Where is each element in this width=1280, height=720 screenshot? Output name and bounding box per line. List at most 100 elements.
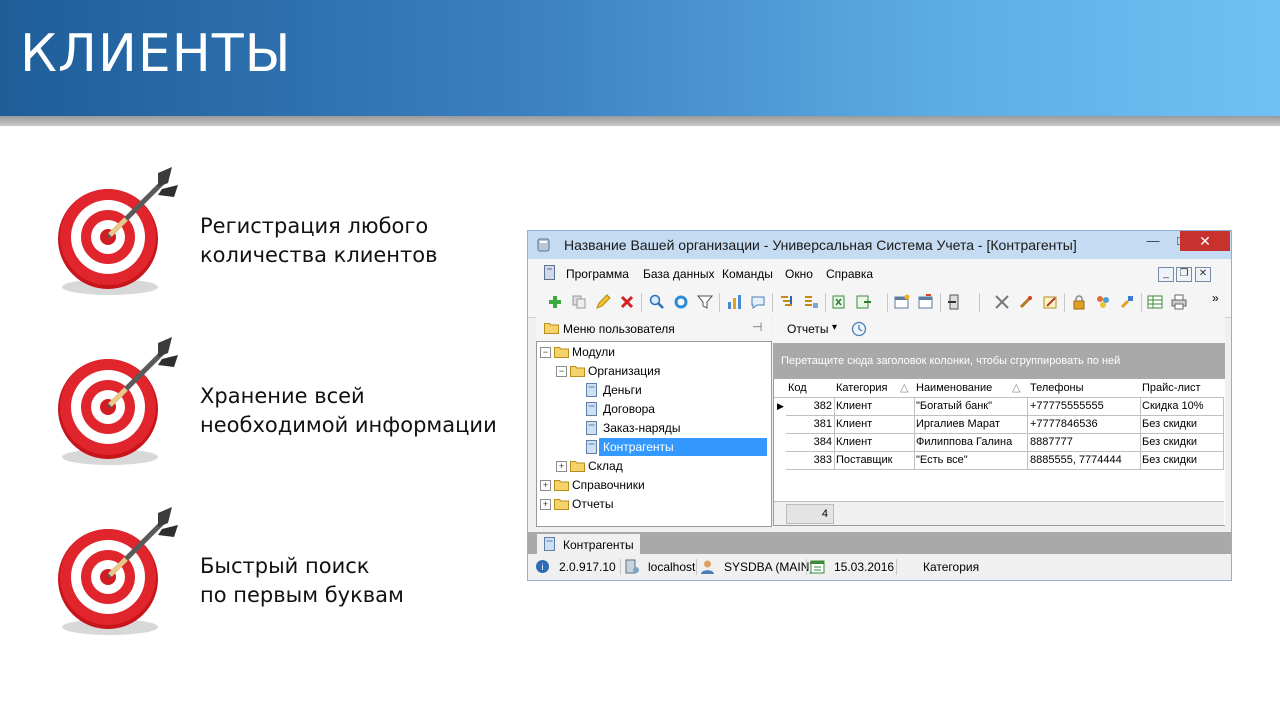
mdi-restore-button[interactable]: ❐ xyxy=(1176,267,1192,282)
tab-counterparties[interactable]: Контрагенты xyxy=(537,534,640,554)
calendar-icon xyxy=(810,560,825,574)
users-icon[interactable] xyxy=(1095,294,1111,310)
comment-icon[interactable] xyxy=(750,294,766,310)
grid-line xyxy=(1027,397,1028,469)
toolbar-overflow-icon[interactable]: » xyxy=(1212,291,1219,305)
folder-open-icon xyxy=(570,366,585,377)
window-title: Название Вашей организации - Универсальн… xyxy=(564,237,1077,253)
tree-item-modules[interactable]: − Модули xyxy=(537,343,769,361)
pin-icon[interactable]: ⊣ xyxy=(752,320,762,334)
tools-icon[interactable] xyxy=(994,294,1010,310)
window-open-icon[interactable] xyxy=(918,294,934,310)
close-button[interactable]: ✕ xyxy=(1180,231,1230,251)
tree-item-money[interactable]: Деньги xyxy=(537,381,769,399)
cell-category: Клиент xyxy=(836,436,873,448)
collapse-icon[interactable]: − xyxy=(540,347,551,358)
tree-item-counterparties[interactable]: Контрагенты xyxy=(537,438,769,456)
bullet-item-storage: Хранение всей необходимой информации xyxy=(50,335,520,475)
import-icon[interactable] xyxy=(856,294,872,310)
tree-item-reports[interactable]: + Отчеты xyxy=(537,495,769,513)
bullet-line-2: по первым буквам xyxy=(200,583,404,607)
bullet-line-1: Регистрация любого xyxy=(200,214,429,238)
toolbar-separator xyxy=(940,293,941,312)
chevron-down-icon[interactable]: ▾ xyxy=(832,322,837,333)
app-icon xyxy=(537,238,550,252)
status-separator xyxy=(896,559,897,575)
tree-item-label: Модули xyxy=(572,345,615,359)
clock-icon[interactable] xyxy=(851,321,867,337)
expand-icon[interactable]: + xyxy=(556,461,567,472)
folder-icon xyxy=(554,480,569,491)
filter-icon[interactable] xyxy=(697,294,713,310)
header-divider xyxy=(0,116,1280,126)
add-icon[interactable] xyxy=(547,294,563,310)
print-icon[interactable] xyxy=(1171,294,1187,310)
lock-icon[interactable] xyxy=(1071,294,1087,310)
tree-item-directories[interactable]: + Справочники xyxy=(537,476,769,494)
menu-window[interactable]: Окно xyxy=(785,267,813,281)
ungroup-icon[interactable] xyxy=(803,294,819,310)
cell-code: 381 xyxy=(813,418,832,430)
expand-icon[interactable]: + xyxy=(540,499,551,510)
document-icon xyxy=(586,383,597,397)
cell-phones: 8887777 xyxy=(1030,436,1073,448)
copy-icon[interactable] xyxy=(571,294,587,310)
menu-database[interactable]: База данных xyxy=(643,267,714,281)
info-icon: i xyxy=(536,560,549,573)
group-by-area[interactable]: Перетащите сюда заголовок колонки, чтобы… xyxy=(773,343,1225,379)
new-window-icon[interactable] xyxy=(894,294,910,310)
search-icon[interactable] xyxy=(649,294,665,310)
collapse-icon[interactable]: − xyxy=(556,366,567,377)
edit-pencil-icon[interactable] xyxy=(595,294,611,310)
tree-item-contracts[interactable]: Договора xyxy=(537,400,769,418)
toolbar-separator xyxy=(719,293,720,312)
tree-item-work-orders[interactable]: Заказ-наряды xyxy=(537,419,769,437)
user-menu-header: Меню пользователя ⊣ xyxy=(536,317,772,341)
sort-icon[interactable] xyxy=(726,294,742,310)
date-label: 15.03.2016 xyxy=(834,560,895,574)
reports-dropdown[interactable]: Отчеты xyxy=(787,322,828,336)
tab-label: Контрагенты xyxy=(563,538,634,552)
toolbar-separator xyxy=(887,293,888,312)
minimize-button[interactable]: — xyxy=(1139,231,1167,251)
column-header-category[interactable]: Категория xyxy=(836,379,887,397)
connect-icon[interactable] xyxy=(1119,294,1135,310)
bullet-line-1: Хранение всей xyxy=(200,384,365,408)
toolbar-separator xyxy=(825,293,826,312)
cell-code: 384 xyxy=(813,436,832,448)
app-window: Название Вашей организации - Универсальн… xyxy=(527,230,1232,581)
column-header-phones[interactable]: Телефоны xyxy=(1030,379,1084,397)
exit-icon[interactable] xyxy=(947,294,963,310)
mdi-close-button[interactable]: ✕ xyxy=(1195,267,1211,282)
notes-icon[interactable] xyxy=(1042,294,1058,310)
menu-program[interactable]: Программа xyxy=(566,267,629,281)
group-icon[interactable] xyxy=(779,294,795,310)
menu-commands[interactable]: Команды xyxy=(722,267,773,281)
refresh-icon[interactable] xyxy=(673,294,689,310)
table-icon[interactable] xyxy=(1147,294,1163,310)
tree-item-organization[interactable]: − Организация xyxy=(537,362,769,380)
settings-icon[interactable] xyxy=(1018,294,1034,310)
column-header-name[interactable]: Наименование xyxy=(916,379,992,397)
user-menu-panel: Меню пользователя ⊣ − Модули − Организац… xyxy=(536,317,772,527)
grid-line xyxy=(1223,397,1224,469)
cell-price-list: Без скидки xyxy=(1142,418,1198,430)
bullet-item-registration: Регистрация любого количества клиентов xyxy=(50,165,520,305)
column-header-code[interactable]: Код xyxy=(788,379,807,397)
delete-icon[interactable] xyxy=(619,294,635,310)
cell-category: Клиент xyxy=(836,418,873,430)
window-titlebar[interactable]: Название Вашей организации - Универсальн… xyxy=(528,231,1231,259)
cell-category: Клиент xyxy=(836,400,873,412)
menu-bar: Программа База данных Команды Окно Справ… xyxy=(528,259,1231,287)
tree-item-warehouse[interactable]: + Склад xyxy=(537,457,769,475)
column-header-price-list[interactable]: Прайс-лист xyxy=(1142,379,1201,397)
mdi-minimize-button[interactable]: _ xyxy=(1158,267,1174,282)
folder-open-icon xyxy=(554,347,569,358)
folder-icon xyxy=(554,499,569,510)
grid-line xyxy=(786,469,1224,470)
target-icon xyxy=(58,167,178,295)
expand-icon[interactable]: + xyxy=(540,480,551,491)
group-by-hint: Перетащите сюда заголовок колонки, чтобы… xyxy=(781,355,1121,367)
menu-help[interactable]: Справка xyxy=(826,267,873,281)
export-excel-icon[interactable] xyxy=(832,294,848,310)
